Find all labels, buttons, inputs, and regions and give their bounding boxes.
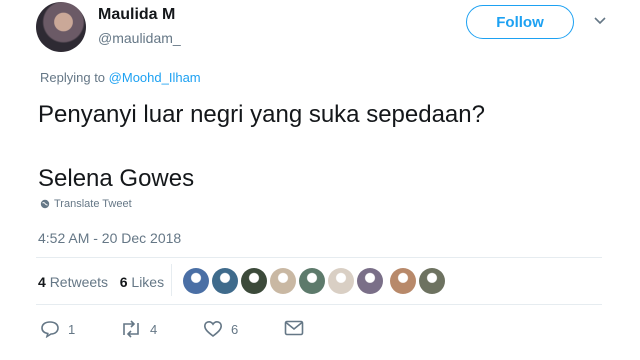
reply-count: 1 (68, 321, 76, 337)
liker-avatar[interactable] (299, 268, 325, 294)
avatar[interactable] (36, 2, 86, 52)
liker-avatar[interactable] (419, 268, 445, 294)
stats-separator (171, 264, 172, 296)
user-handle[interactable]: @maulidam_ (98, 30, 181, 46)
tweet-text-line-1: Penyanyi luar negri yang suka sepedaan? (38, 101, 485, 128)
user-name[interactable]: Maulida M (98, 6, 175, 24)
liker-avatar[interactable] (241, 268, 267, 294)
liker-avatar[interactable] (390, 268, 416, 294)
retweet-count: 4 (150, 321, 158, 337)
liker-avatar[interactable] (212, 268, 238, 294)
follow-button[interactable]: Follow (466, 5, 574, 39)
tweet-text-line-2: Selena Gowes (38, 165, 195, 192)
like-count: 6 (231, 321, 239, 337)
retweets-count: 4 (38, 274, 46, 290)
translate-tweet-link[interactable]: Translate Tweet (40, 198, 132, 210)
chevron-down-icon[interactable] (594, 16, 606, 26)
retweet-icon (120, 320, 142, 338)
globe-icon (40, 199, 50, 209)
divider (36, 257, 602, 258)
divider (36, 304, 602, 305)
reply-button[interactable]: 1 (40, 320, 75, 338)
likes-count: 6 (119, 274, 128, 290)
liker-avatar[interactable] (328, 268, 354, 294)
retweet-button[interactable]: 4 (120, 320, 157, 338)
likes-stat[interactable]: 6 Likes (120, 274, 164, 290)
liker-avatar[interactable] (270, 268, 296, 294)
translate-label: Translate Tweet (54, 198, 132, 210)
reply-icon (40, 320, 60, 338)
retweets-label: Retweets (49, 274, 109, 290)
direct-message-button[interactable] (284, 320, 304, 336)
likes-label: Likes (131, 274, 165, 290)
reply-target-link[interactable]: @Moohd_Ilham (109, 70, 201, 85)
replying-to-label: Replying to (40, 70, 106, 85)
replying-to: Replying to @Moohd_Ilham (40, 70, 201, 85)
liker-avatar[interactable] (183, 268, 209, 294)
heart-icon (203, 320, 223, 338)
envelope-icon (284, 320, 304, 336)
tweet-stats: 4 Retweets 6 Likes (38, 274, 164, 290)
retweets-stat[interactable]: 4 Retweets (38, 274, 108, 290)
timestamp[interactable]: 4:52 AM - 20 Dec 2018 (38, 230, 181, 246)
like-button[interactable]: 6 (203, 320, 238, 338)
liker-avatar[interactable] (357, 268, 383, 294)
